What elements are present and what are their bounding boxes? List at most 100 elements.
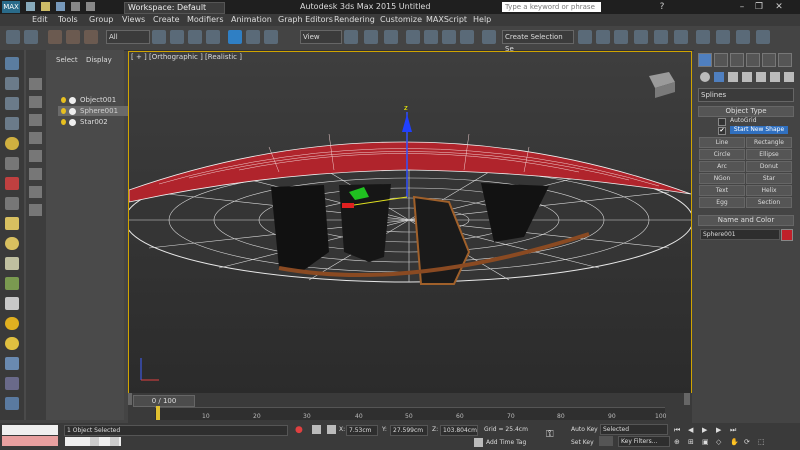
pan-icon[interactable]: ✋ (730, 438, 740, 446)
x-coordinate-field[interactable]: 7.53cm (346, 425, 378, 436)
filter-shapes-icon[interactable] (29, 96, 42, 108)
object-category-dropdown[interactable]: Splines (698, 88, 794, 102)
utilities-tab-icon[interactable] (778, 53, 792, 67)
geometry-category-icon[interactable] (700, 72, 710, 82)
section-button[interactable]: Section (746, 197, 792, 208)
create-icon[interactable] (5, 57, 19, 70)
keyboard-shortcut-override-icon[interactable] (384, 30, 398, 44)
close-icon[interactable]: ✕ (772, 1, 786, 13)
menu-customize[interactable]: Customize (380, 15, 422, 24)
space-warp-icon[interactable] (5, 197, 19, 210)
menu-modifiers[interactable]: Modifiers (187, 15, 224, 24)
go-to-start-icon[interactable]: ⏮ (674, 426, 684, 434)
menu-graph-editors[interactable]: Graph Editors (278, 15, 333, 24)
arc-button[interactable]: Arc (699, 161, 745, 172)
motion-icon[interactable] (5, 117, 19, 130)
edit-named-selection-icon[interactable] (482, 30, 496, 44)
lights-category-icon[interactable] (728, 72, 738, 82)
select-and-move-icon[interactable] (228, 30, 242, 44)
pivot-point-icon[interactable] (344, 30, 358, 44)
light-bulb-icon[interactable] (61, 108, 66, 114)
selection-filter-dropdown[interactable]: All (106, 30, 150, 44)
add-time-tag-button[interactable]: Add Time Tag (486, 439, 526, 446)
workspace-dropdown[interactable]: Workspace: Default (124, 2, 225, 14)
redo-icon[interactable] (85, 2, 95, 11)
shapes-category-icon[interactable] (714, 72, 724, 82)
orbit-icon[interactable]: ⟳ (744, 438, 754, 446)
graphite-ribbon-icon[interactable] (634, 30, 648, 44)
scene-states-icon[interactable] (5, 397, 19, 410)
donut-button[interactable]: Donut (746, 161, 792, 172)
undo-icon[interactable] (70, 2, 80, 11)
play-icon[interactable]: ▶ (702, 426, 712, 434)
viewport-label-menu[interactable]: [ + ] [Orthographic ] [Realistic ] (131, 53, 242, 61)
named-selection-sets-dropdown[interactable]: Create Selection Se (502, 30, 574, 53)
go-to-end-icon[interactable]: ⏭ (730, 426, 740, 434)
pin-icon[interactable]: ● (295, 425, 303, 435)
app-logo-icon[interactable]: MAX (2, 1, 20, 13)
perspective-viewport[interactable]: z (128, 51, 692, 395)
help-icon[interactable]: ? (655, 1, 669, 13)
default-tangents-icon[interactable] (599, 436, 613, 446)
particle-icon[interactable] (5, 357, 19, 370)
save-file-icon[interactable] (55, 2, 65, 11)
window-crossing-icon[interactable] (206, 30, 220, 44)
rendered-frame-window-icon[interactable] (736, 30, 750, 44)
link-icon[interactable] (48, 30, 62, 44)
isolate-toggle-icon[interactable] (90, 437, 99, 446)
compound-object-icon[interactable] (5, 377, 19, 390)
render-dot-icon[interactable] (69, 108, 76, 115)
redo-arrow-icon[interactable] (24, 30, 38, 44)
maxscript-output-field[interactable] (2, 436, 58, 446)
torus-primitive-icon[interactable] (5, 277, 19, 290)
select-by-name-icon[interactable] (170, 30, 184, 44)
current-frame-marker[interactable] (156, 406, 160, 420)
timeline-prev-arrow-icon[interactable] (128, 393, 132, 405)
display-tab-icon[interactable] (762, 53, 776, 67)
select-and-scale-icon[interactable] (264, 30, 278, 44)
key-mode-dropdown[interactable]: Selected (600, 424, 668, 435)
set-key-button[interactable]: Set Key (571, 439, 594, 446)
filter-lights-icon[interactable] (29, 114, 42, 126)
select-and-rotate-icon[interactable] (246, 30, 260, 44)
menu-animation[interactable]: Animation (231, 15, 272, 24)
hierarchy-tab-icon[interactable] (730, 53, 744, 67)
star-button[interactable]: Star (746, 173, 792, 184)
hierarchy-icon[interactable] (5, 97, 19, 110)
percent-snap-icon[interactable] (442, 30, 456, 44)
zoom-all-icon[interactable]: ⊞ (688, 438, 698, 446)
new-file-icon[interactable] (26, 2, 35, 11)
spacewarps-category-icon[interactable] (770, 72, 780, 82)
egg-button[interactable]: Egg (699, 197, 745, 208)
filter-xrefs-icon[interactable] (29, 204, 42, 216)
next-frame-icon[interactable]: ▶ (716, 426, 726, 434)
reference-coordinate-dropdown[interactable]: View (300, 30, 342, 44)
box-primitive-icon[interactable] (5, 217, 19, 230)
filter-spacewarps-icon[interactable] (29, 168, 42, 180)
spinner-snap-icon[interactable] (460, 30, 474, 44)
modify-tab-icon[interactable] (714, 53, 728, 67)
time-tag-icon[interactable] (474, 438, 483, 447)
object-name-field[interactable]: Sphere001 (700, 229, 780, 240)
maximize-viewport-icon[interactable]: ⬚ (758, 438, 768, 446)
modify-icon[interactable] (5, 77, 19, 90)
maximize-icon[interactable]: ❐ (752, 1, 766, 13)
menu-edit[interactable]: Edit (32, 15, 48, 24)
mirror-icon[interactable] (578, 30, 592, 44)
bind-space-warp-icon[interactable] (84, 30, 98, 44)
start-new-shape-button[interactable]: Start New Shape (730, 126, 788, 134)
timeline-next-arrow-icon[interactable] (684, 393, 690, 405)
filter-helpers-icon[interactable] (29, 150, 42, 162)
ngon-button[interactable]: NGon (699, 173, 745, 184)
helpers-category-icon[interactable] (756, 72, 766, 82)
select-object-icon[interactable] (152, 30, 166, 44)
undo-arrow-icon[interactable] (6, 30, 20, 44)
key-filters-button[interactable]: Key Filters... (618, 436, 670, 447)
motion-tab-icon[interactable] (746, 53, 760, 67)
text-button[interactable]: Text (699, 185, 745, 196)
menu-tools[interactable]: Tools (58, 15, 78, 24)
z-coordinate-field[interactable]: 103.804cm (440, 425, 478, 436)
snaps-toggle-icon[interactable] (406, 30, 420, 44)
menu-create[interactable]: Create (153, 15, 180, 24)
object-color-swatch[interactable] (781, 229, 793, 241)
